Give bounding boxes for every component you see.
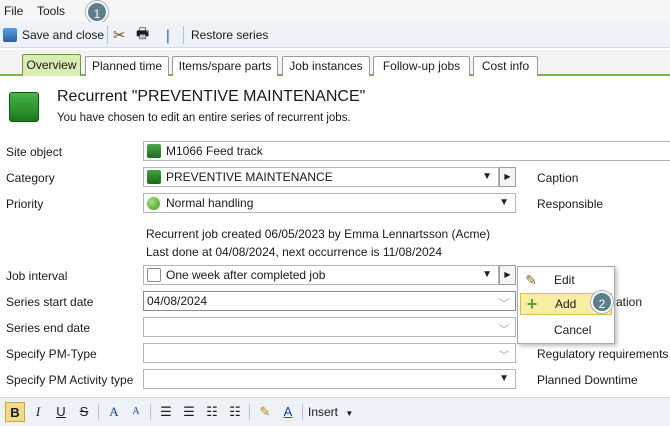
tools-icon[interactable]: ✂	[113, 26, 126, 44]
editor-divider	[302, 404, 303, 420]
pm-activity-label: Specify PM Activity type	[6, 373, 134, 387]
occurrence-info: Last done at 04/08/2024, next occurrence…	[146, 245, 442, 259]
tab-overview[interactable]: Overview	[22, 54, 81, 76]
downtime-label: Planned Downtime	[537, 373, 638, 387]
chevron-down-icon: ▼	[482, 269, 492, 280]
editor-divider	[249, 404, 250, 420]
tab-planned-time[interactable]: Planned time	[85, 56, 169, 76]
font-size-down-icon[interactable]: A	[126, 402, 146, 422]
job-interval-navigate-button[interactable]: ▶	[499, 265, 516, 285]
job-interval-value: One week after completed job	[166, 268, 326, 282]
menu-item-cancel[interactable]: Cancel	[520, 319, 612, 341]
priority-select[interactable]: Normal handling ▼	[143, 193, 516, 213]
edit-icon: ✎	[525, 271, 537, 288]
callout-2: 2	[591, 291, 613, 313]
paperclip-icon[interactable]: ❘	[162, 26, 174, 44]
save-icon	[3, 28, 17, 42]
menu-tools[interactable]: Tools	[37, 4, 65, 18]
print-icon[interactable]: 🖶	[136, 25, 149, 44]
menu-file[interactable]: File	[4, 4, 23, 18]
interval-icon	[147, 268, 161, 282]
object-icon	[147, 144, 161, 158]
page-title: Recurrent "PREVENTIVE MAINTENANCE"	[57, 88, 366, 105]
underline-button[interactable]: U	[51, 402, 71, 422]
chevron-down-icon: ▼	[499, 197, 509, 208]
save-close-label: Save and close	[22, 28, 105, 42]
pm-type-select[interactable]: ﹀	[143, 343, 516, 363]
bullet-list-icon[interactable]: ☷	[202, 402, 222, 422]
pm-activity-select[interactable]: ▼	[143, 369, 516, 389]
pm-type-label: Specify PM-Type	[6, 347, 97, 361]
editor-divider	[150, 404, 151, 420]
save-close-button[interactable]: Save and close	[3, 26, 104, 44]
chevron-down-icon: ﹀	[499, 351, 509, 362]
category-label: Category	[6, 171, 55, 185]
menu-item-edit-label: Edit	[554, 273, 575, 287]
priority-value: Normal handling	[166, 196, 254, 210]
insert-menu-button[interactable]: Insert ▼	[308, 402, 354, 422]
page-subtitle: You have chosen to edit an entire series…	[57, 112, 351, 124]
regulatory-label: Regulatory requirements	[537, 347, 669, 361]
menu-item-cancel-label: Cancel	[554, 323, 592, 337]
series-end-date-field[interactable]: ﹀	[143, 317, 516, 337]
job-interval-label: Job interval	[6, 269, 68, 283]
tab-bar: Overview Planned time Items/spare parts …	[0, 50, 670, 76]
chevron-down-icon: ﹀	[499, 325, 509, 336]
category-navigate-button[interactable]: ▶	[499, 167, 516, 187]
font-size-up-icon[interactable]: A	[104, 402, 124, 422]
recurrent-job-icon	[9, 92, 39, 122]
toolbar-divider	[183, 26, 184, 44]
responsible-label: Responsible	[537, 197, 604, 211]
italic-button[interactable]: I	[28, 402, 48, 422]
numbered-list-icon[interactable]: ☷	[225, 402, 245, 422]
outdent-icon[interactable]: ☰	[156, 402, 176, 422]
strikethrough-button[interactable]: S	[74, 402, 94, 422]
category-icon	[147, 170, 161, 184]
toolbar: Save and close ✂ 🖶 ❘ Restore series	[0, 22, 670, 48]
job-interval-select[interactable]: One week after completed job ▼	[143, 265, 499, 285]
chevron-down-icon: ﹀	[499, 299, 509, 310]
bold-button[interactable]: B	[5, 402, 25, 422]
caption-label: Caption	[537, 171, 579, 185]
callout-1: 1	[86, 1, 108, 23]
series-start-date-field[interactable]: 04/08/2024 ﹀	[143, 291, 516, 311]
add-icon: +	[526, 293, 538, 314]
series-start-value: 04/08/2024	[147, 294, 208, 308]
priority-icon	[147, 196, 160, 210]
chevron-down-icon: ▼	[345, 409, 354, 418]
tab-items-spare-parts[interactable]: Items/spare parts	[172, 56, 278, 76]
priority-label: Priority	[6, 197, 44, 211]
chevron-down-icon: ▼	[482, 171, 492, 182]
text-editor-toolbar: B I U S A A ☰ ☰ ☷ ☷ ✎ A Insert ▼	[0, 397, 670, 426]
editor-divider	[98, 404, 99, 420]
series-start-label: Series start date	[6, 295, 94, 309]
menu-item-edit[interactable]: ✎ Edit	[520, 269, 612, 291]
highlight-icon[interactable]: ✎	[255, 402, 275, 422]
created-info: Recurrent job created 06/05/2023 by Emma…	[146, 227, 491, 241]
chevron-down-icon: ▼	[499, 373, 509, 384]
site-object-field[interactable]: M1066 Feed track	[143, 141, 670, 161]
toolbar-divider	[107, 26, 108, 44]
page-header: Recurrent "PREVENTIVE MAINTENANCE" You h…	[0, 78, 670, 134]
category-value: PREVENTIVE MAINTENANCE	[166, 170, 333, 184]
tab-job-instances[interactable]: Job instances	[282, 56, 370, 76]
site-object-value: M1066 Feed track	[166, 144, 263, 158]
insert-label: Insert	[308, 405, 339, 419]
font-color-icon[interactable]: A	[278, 402, 298, 422]
series-end-label: Series end date	[6, 321, 91, 335]
category-select[interactable]: PREVENTIVE MAINTENANCE ▼	[143, 167, 499, 187]
tab-cost-info[interactable]: Cost info	[473, 56, 538, 76]
restore-series-button[interactable]: Restore series	[191, 26, 268, 44]
tab-follow-up-jobs[interactable]: Follow-up jobs	[373, 56, 470, 76]
indent-icon[interactable]: ☰	[179, 402, 199, 422]
menu-item-add-label: Add	[555, 297, 577, 311]
site-object-label: Site object	[6, 145, 63, 159]
partial-label: ation	[616, 295, 643, 309]
